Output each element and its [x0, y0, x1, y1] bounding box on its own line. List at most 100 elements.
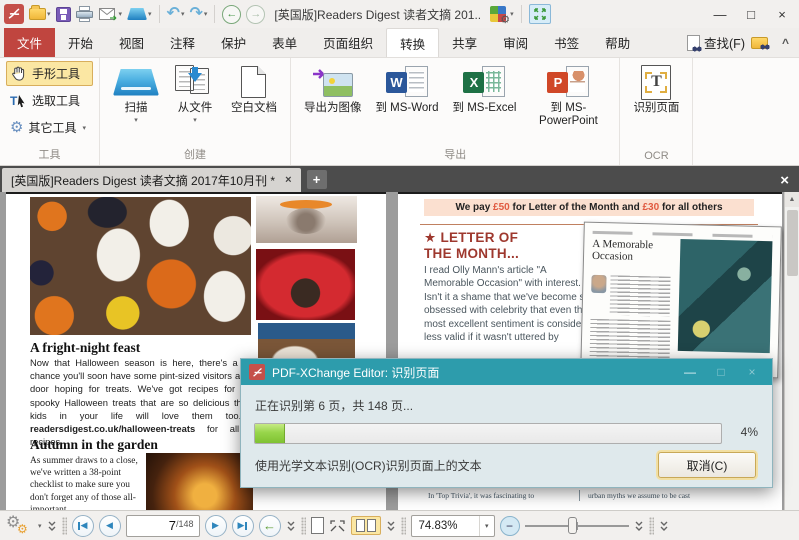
app-icon: [4, 4, 24, 24]
export-as-image-button[interactable]: 导出为图像: [297, 61, 369, 144]
tab-share[interactable]: 共享: [439, 28, 490, 57]
search-in-files-icon[interactable]: [751, 37, 768, 49]
tab-protect[interactable]: 保护: [208, 28, 259, 57]
first-page-button[interactable]: ◀: [72, 515, 94, 537]
article-heading: Autumn in the garden: [30, 437, 158, 453]
undo-button[interactable]: ↶▾: [167, 6, 185, 22]
page-number-input[interactable]: 7/148: [126, 515, 200, 537]
ocr-hint-text: 使用光学文本识别(OCR)识别页面上的文本: [255, 457, 482, 474]
history-forward-button[interactable]: →: [246, 5, 265, 24]
zoom-slider[interactable]: [525, 516, 629, 536]
to-ms-excel-button[interactable]: X 到 MS-Excel: [446, 61, 524, 144]
to-ms-powerpoint-button[interactable]: P 到 MS-PowerPoint: [523, 61, 613, 144]
gear-icon: ⚙: [500, 13, 510, 26]
history-back-button[interactable]: ←: [222, 5, 241, 24]
ocr-status-text: 正在识别第 6 页，共 148 页...: [255, 397, 413, 414]
last-page-button[interactable]: ▶: [232, 515, 254, 537]
toolbar-grip[interactable]: [301, 517, 306, 535]
export-image-icon: [312, 66, 354, 98]
article-paragraph: Now that Halloween season is here, there…: [30, 357, 264, 450]
double-chevron-icon: [386, 520, 396, 532]
dialog-titlebar[interactable]: PDF-XChange Editor: 识别页面 — □ ×: [241, 359, 772, 385]
clipping-title: A Memorable Occasion: [592, 238, 683, 264]
scrollbar-thumb[interactable]: [787, 210, 798, 276]
cancel-button[interactable]: 取消(C): [658, 452, 756, 478]
chevron-down-icon: ▾: [148, 10, 152, 18]
chevron-down-icon: ▾: [134, 116, 138, 124]
app-icon: [249, 364, 265, 380]
session-button[interactable]: ⚙▾: [490, 6, 514, 22]
options-gears-button[interactable]: ⚙⚙: [6, 515, 32, 537]
redo-icon: ↷: [189, 6, 202, 22]
hand-tool-button[interactable]: 手形工具: [6, 61, 93, 86]
vertical-scrollbar[interactable]: ▲: [784, 192, 799, 510]
other-tools-button[interactable]: ⚙ 其它工具 ▾: [6, 115, 93, 140]
collapse-ribbon-button[interactable]: ^: [782, 36, 789, 50]
tab-file[interactable]: 文件: [4, 28, 55, 57]
scroll-up-arrow[interactable]: ▲: [785, 192, 799, 207]
new-tab-button[interactable]: +: [307, 170, 327, 189]
find-button[interactable]: 查找(F): [687, 33, 745, 52]
export-as-image-label: 导出为图像: [304, 102, 362, 115]
chevron-down-icon: ▾: [193, 116, 197, 124]
maximize-button[interactable]: □: [738, 4, 764, 24]
to-ms-word-button[interactable]: W 到 MS-Word: [368, 61, 445, 144]
minimize-button[interactable]: —: [707, 4, 733, 24]
expand-toolbar-button[interactable]: [659, 520, 669, 532]
open-file-button[interactable]: ▾: [29, 8, 51, 20]
document-tab-active[interactable]: [英国版]Readers Digest 读者文摘 2017年10月刊 * ×: [2, 168, 301, 192]
fit-width-button[interactable]: [329, 519, 346, 533]
find-label: 查找(F): [704, 33, 745, 52]
expand-toolbar-button[interactable]: [634, 520, 644, 532]
close-document-button[interactable]: ×: [772, 172, 797, 189]
page-footer-text: urban myths we assume to be cast: [588, 491, 690, 500]
next-page-button[interactable]: ▶: [205, 515, 227, 537]
zoom-out-button[interactable]: −: [500, 516, 520, 536]
tab-form[interactable]: 表单: [259, 28, 310, 57]
chevron-down-icon: ▾: [204, 10, 208, 18]
toolbar-grip[interactable]: [649, 517, 654, 535]
dialog-title: PDF-XChange Editor: 识别页面: [272, 364, 671, 381]
tab-home[interactable]: 开始: [55, 28, 106, 57]
halloween-cookies-photo: [30, 197, 251, 335]
two-page-view-button[interactable]: [351, 516, 381, 535]
article-link: readersdigest.co.uk/halloween-treats: [30, 423, 195, 434]
blank-document-button[interactable]: 空白文档: [224, 61, 284, 144]
scan-page-button[interactable]: 扫描 ▾: [106, 61, 166, 144]
previous-page-button[interactable]: ◀: [99, 515, 121, 537]
dialog-maximize-button[interactable]: □: [709, 365, 733, 379]
tab-review[interactable]: 审阅: [490, 28, 541, 57]
tab-help[interactable]: 帮助: [592, 28, 643, 57]
expand-toolbar-button[interactable]: [47, 520, 57, 532]
select-tool-button[interactable]: T 选取工具: [6, 88, 93, 113]
toolbar-grip[interactable]: [62, 517, 67, 535]
single-page-view-button[interactable]: [311, 517, 324, 534]
from-file-button[interactable]: 从文件 ▾: [166, 61, 224, 144]
tab-organize[interactable]: 页面组织: [310, 28, 386, 57]
tab-view[interactable]: 视图: [106, 28, 157, 57]
email-button[interactable]: ▾: [99, 8, 123, 21]
fullscreen-button[interactable]: [529, 4, 551, 24]
dialog-close-button[interactable]: ×: [740, 365, 764, 379]
ocr-pages-button[interactable]: T 识别页面: [626, 61, 686, 148]
previous-view-button[interactable]: ←: [259, 515, 281, 537]
slider-handle[interactable]: [568, 517, 577, 534]
toolbar-grip[interactable]: [401, 517, 406, 535]
save-button[interactable]: [56, 7, 71, 22]
scan-button[interactable]: ▾: [127, 8, 152, 20]
tab-comment[interactable]: 注释: [157, 28, 208, 57]
dialog-minimize-button[interactable]: —: [678, 365, 702, 379]
tab-convert[interactable]: 转换: [386, 28, 439, 57]
close-tab-icon[interactable]: ×: [285, 174, 291, 186]
tab-bookmarks[interactable]: 书签: [541, 28, 592, 57]
fireplace-photo: [146, 453, 253, 510]
redo-button[interactable]: ↷▾: [189, 6, 207, 22]
expand-toolbar-button[interactable]: [386, 520, 396, 532]
close-button[interactable]: ×: [769, 4, 795, 24]
expand-toolbar-button[interactable]: [286, 520, 296, 532]
chevron-down-icon[interactable]: ▾: [38, 522, 42, 530]
zoom-level-combobox[interactable]: 74.83%▾: [411, 515, 495, 537]
group-label-create: 创建: [106, 144, 284, 165]
print-button[interactable]: [76, 6, 94, 23]
article-heading: A fright-night feast: [30, 340, 140, 356]
